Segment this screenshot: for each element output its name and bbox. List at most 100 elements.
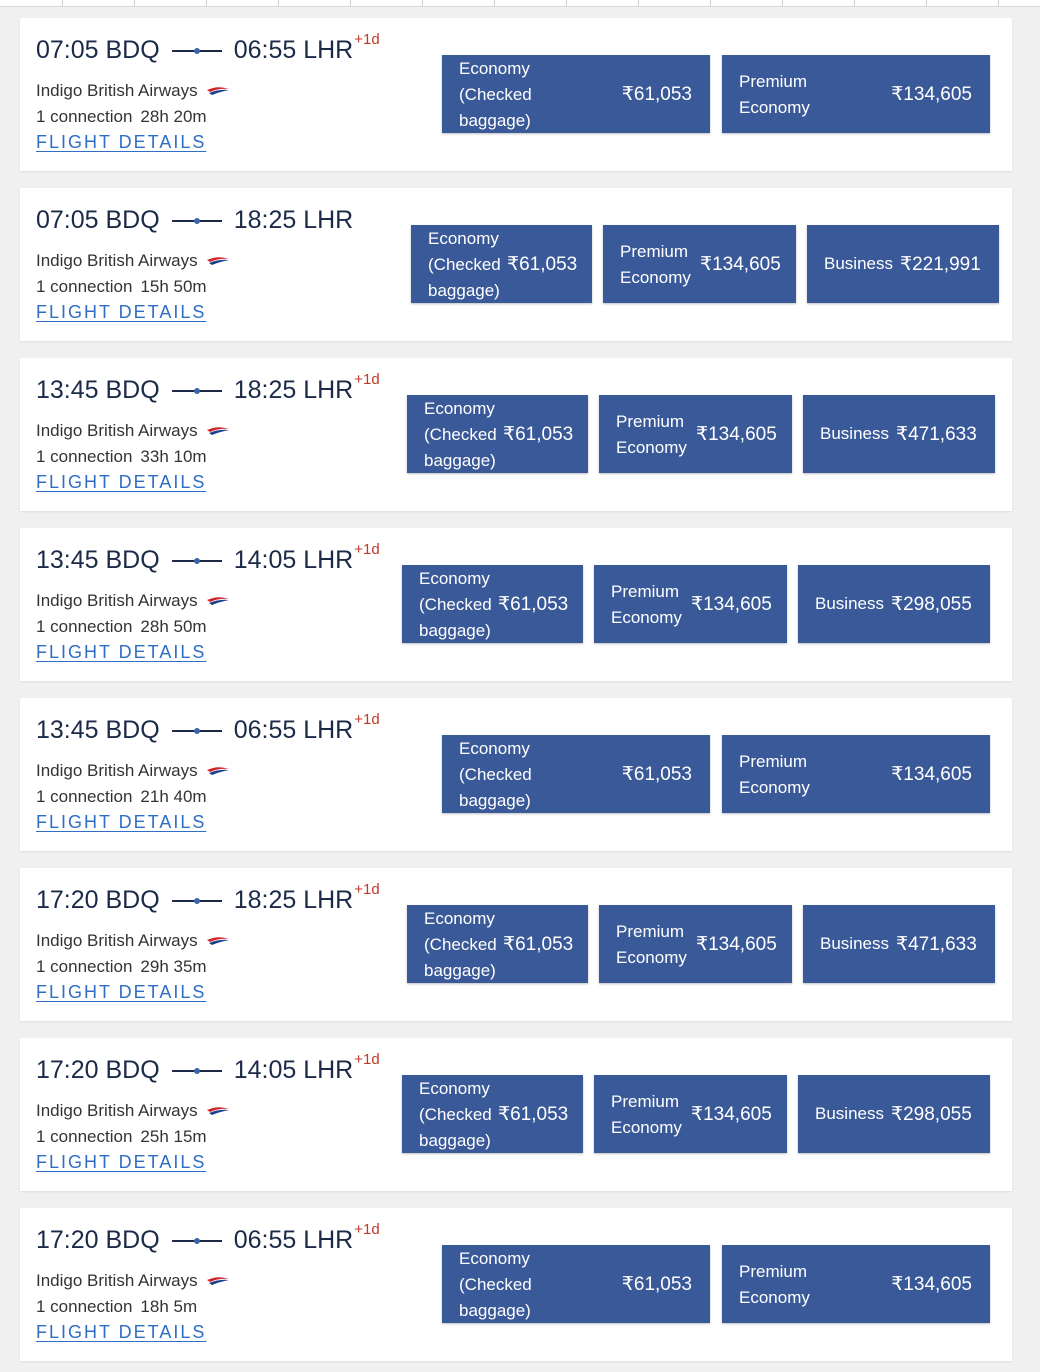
flight-details-link[interactable]: FLIGHT DETAILS — [36, 1152, 206, 1173]
arrival-time: 18:25 LHR — [233, 886, 354, 914]
fare-price: ₹134,605 — [891, 1274, 972, 1295]
top-bar-divider — [206, 0, 207, 6]
economy-fare-button[interactable]: Economy (Checked baggage) ₹61,053 — [407, 395, 588, 473]
connection-count: 1 connection — [36, 447, 133, 466]
fare-class-label: Economy (Checked baggage) — [419, 569, 492, 640]
flight-times: 17:20 BDQ 14:05 LHR +1d — [36, 1051, 380, 1085]
premium-economy-fare-button[interactable]: Premium Economy ₹134,605 — [594, 1075, 787, 1153]
top-bar-divider — [494, 0, 495, 6]
airline-name: Indigo British Airways — [36, 81, 198, 100]
premium-economy-fare-button[interactable]: Premium Economy ₹134,605 — [594, 565, 787, 643]
economy-fare-button[interactable]: Economy (Checked baggage) ₹61,053 — [442, 55, 710, 133]
connection-count: 1 connection — [36, 617, 133, 636]
fare-class-label: Economy (Checked baggage) — [424, 399, 497, 470]
route-line-icon — [171, 1067, 222, 1074]
flight-details-link[interactable]: FLIGHT DETAILS — [36, 982, 206, 1003]
departure-time: 07:05 BDQ — [36, 36, 160, 64]
route-line-icon — [171, 727, 222, 734]
business-fare-button[interactable]: Business ₹221,991 — [807, 225, 999, 303]
fare-price: ₹471,633 — [896, 424, 977, 445]
business-fare-button[interactable]: Business ₹471,633 — [803, 905, 995, 983]
airline-row: Indigo British Airways — [36, 251, 230, 271]
flight-card: 13:45 BDQ 14:05 LHR +1d Indigo British Airw… — [20, 528, 1012, 681]
flight-details-link[interactable]: FLIGHT DETAILS — [36, 472, 206, 493]
fare-price: ₹471,633 — [896, 934, 977, 955]
business-fare-button[interactable]: Business ₹298,055 — [798, 1075, 990, 1153]
fare-class-label: Business — [820, 934, 889, 953]
route-line-icon — [171, 387, 222, 394]
fare-class-label: Premium Economy — [611, 1092, 682, 1137]
route-dot-icon — [193, 897, 200, 904]
flight-times: 17:20 BDQ 06:55 LHR +1d — [36, 1221, 380, 1255]
connection-count: 1 connection — [36, 1127, 133, 1146]
premium-economy-fare-button[interactable]: Premium Economy ₹134,605 — [599, 395, 792, 473]
top-bar-divider — [926, 0, 927, 6]
connection-count: 1 connection — [36, 277, 133, 296]
route-line-icon — [171, 47, 222, 54]
flight-card: 17:20 BDQ 14:05 LHR +1d Indigo British Airw… — [20, 1038, 1012, 1191]
fare-price: ₹61,053 — [621, 764, 692, 785]
fare-class-label: Business — [815, 1104, 884, 1123]
fare-class-label: Economy (Checked baggage) — [459, 1249, 532, 1320]
fare-class-label: Economy (Checked baggage) — [459, 739, 532, 810]
fare-class-label: Economy (Checked baggage) — [459, 59, 532, 130]
fare-price: ₹134,605 — [696, 934, 777, 955]
airline-name: Indigo British Airways — [36, 1101, 198, 1120]
next-day-badge: +1d — [354, 1051, 380, 1068]
top-bar-divider — [638, 0, 639, 6]
flight-details-link[interactable]: FLIGHT DETAILS — [36, 1322, 206, 1343]
fare-class-label: Business — [824, 254, 893, 273]
premium-economy-fare-button[interactable]: Premium Economy ₹134,605 — [603, 225, 796, 303]
connection-info: 1 connection 21h 40m — [36, 787, 207, 807]
top-bar-divider — [998, 0, 999, 6]
airline-row: Indigo British Airways — [36, 1101, 230, 1121]
top-bar-divider — [350, 0, 351, 6]
connection-info: 1 connection 25h 15m — [36, 1127, 207, 1147]
fare-price: ₹134,605 — [891, 84, 972, 105]
fare-class-label: Premium Economy — [739, 752, 810, 797]
top-bar-divider — [62, 0, 63, 6]
top-bar-divider — [566, 0, 567, 6]
business-fare-button[interactable]: Business ₹471,633 — [803, 395, 995, 473]
premium-economy-fare-button[interactable]: Premium Economy ₹134,605 — [722, 55, 990, 133]
route-line-icon — [171, 897, 222, 904]
flight-duration: 28h 50m — [140, 617, 207, 636]
airline-row: Indigo British Airways — [36, 1271, 230, 1291]
flight-details-link[interactable]: FLIGHT DETAILS — [36, 302, 206, 323]
fare-class-label: Economy (Checked baggage) — [424, 909, 497, 980]
route-line-icon — [171, 1237, 222, 1244]
route-dot-icon — [193, 557, 200, 564]
fare-price: ₹61,053 — [498, 1104, 569, 1125]
economy-fare-button[interactable]: Economy (Checked baggage) ₹61,053 — [402, 565, 583, 643]
fare-price: ₹134,605 — [700, 254, 781, 275]
next-day-badge: +1d — [354, 1221, 380, 1238]
flight-duration: 15h 50m — [140, 277, 207, 296]
flight-card: 13:45 BDQ 06:55 LHR +1d Indigo British Airw… — [20, 698, 1012, 851]
route-dot-icon — [193, 217, 200, 224]
economy-fare-button[interactable]: Economy (Checked baggage) ₹61,053 — [442, 1245, 710, 1323]
flight-card: 07:05 BDQ 18:25 LHR Indigo British Airways… — [20, 188, 1012, 341]
route-dot-icon — [193, 387, 200, 394]
flight-duration: 25h 15m — [140, 1127, 207, 1146]
economy-fare-button[interactable]: Economy (Checked baggage) ₹61,053 — [442, 735, 710, 813]
departure-time: 13:45 BDQ — [36, 376, 160, 404]
departure-time: 17:20 BDQ — [36, 886, 160, 914]
airline-name: Indigo British Airways — [36, 761, 198, 780]
next-day-badge: +1d — [354, 541, 380, 558]
flight-details-link[interactable]: FLIGHT DETAILS — [36, 132, 206, 153]
premium-economy-fare-button[interactable]: Premium Economy ₹134,605 — [599, 905, 792, 983]
top-bar — [0, 0, 1040, 7]
fare-price: ₹61,053 — [621, 84, 692, 105]
arrival-time: 18:25 LHR — [233, 206, 354, 234]
premium-economy-fare-button[interactable]: Premium Economy ₹134,605 — [722, 1245, 990, 1323]
premium-economy-fare-button[interactable]: Premium Economy ₹134,605 — [722, 735, 990, 813]
flight-details-link[interactable]: FLIGHT DETAILS — [36, 812, 206, 833]
economy-fare-button[interactable]: Economy (Checked baggage) ₹61,053 — [407, 905, 588, 983]
british-airways-logo-icon — [206, 937, 229, 945]
economy-fare-button[interactable]: Economy (Checked baggage) ₹61,053 — [411, 225, 592, 303]
flight-details-link[interactable]: FLIGHT DETAILS — [36, 642, 206, 663]
flight-times: 13:45 BDQ 18:25 LHR +1d — [36, 371, 380, 405]
flight-card: 17:20 BDQ 18:25 LHR +1d Indigo British Airw… — [20, 868, 1012, 1021]
economy-fare-button[interactable]: Economy (Checked baggage) ₹61,053 — [402, 1075, 583, 1153]
business-fare-button[interactable]: Business ₹298,055 — [798, 565, 990, 643]
